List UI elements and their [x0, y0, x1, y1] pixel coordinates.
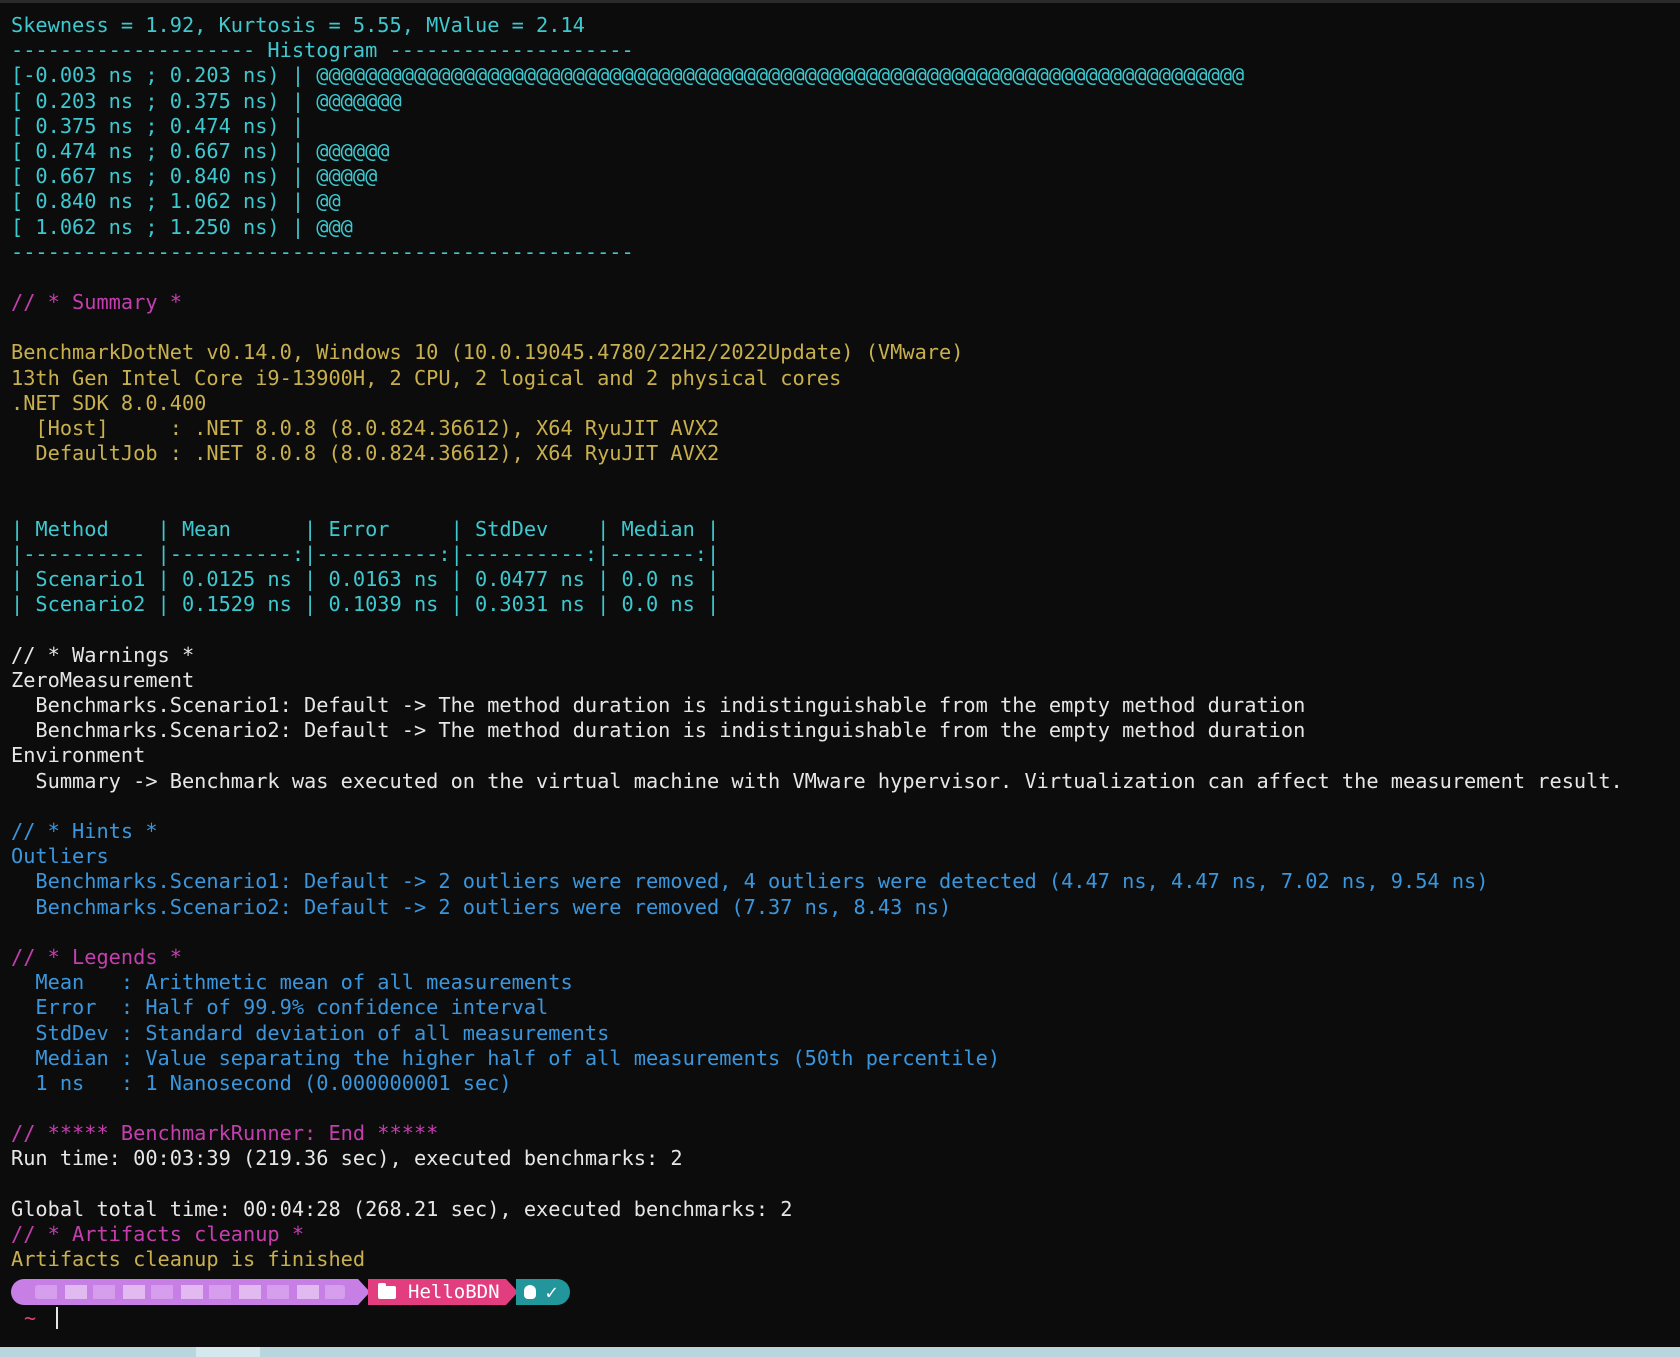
terminal-line: Artifacts cleanup is finished: [11, 1247, 366, 1272]
terminal-line: [ 1.062 ns ; 1.250 ns) | @@@: [11, 214, 353, 239]
terminal-line: .NET SDK 8.0.400: [11, 390, 207, 415]
folder-icon: [378, 1282, 396, 1299]
terminal-line: StdDev : Standard deviation of all measu…: [11, 1020, 610, 1045]
terminal-line: Benchmarks.Scenario1: Default -> The met…: [11, 693, 1306, 718]
terminal-line: Outliers: [11, 844, 109, 869]
prompt-directory-label: HelloBDN: [408, 1281, 500, 1303]
terminal-line: // * Hints *: [11, 819, 158, 843]
terminal-line: // ***** BenchmarkRunner: End *****: [11, 1121, 439, 1146]
terminal-line: Benchmarks.Scenario1: Default -> 2 outli…: [11, 869, 1489, 894]
shell-prompt: HelloBDN ✓: [11, 1279, 570, 1305]
terminal-line: ----------------------------------------…: [11, 239, 634, 264]
terminal-line: [-0.003 ns ; 0.203 ns) | @@@@@@@@@@@@@@@…: [11, 63, 1245, 88]
horizontal-scrollbar[interactable]: [0, 1347, 1680, 1357]
terminal-line: Global total time: 00:04:28 (268.21 sec)…: [11, 1196, 793, 1221]
terminal-line: 1 ns : 1 Nanosecond (0.000000001 sec): [11, 1070, 512, 1095]
terminal-line: Mean : Arithmetic mean of all measuremen…: [11, 970, 573, 995]
window-top-edge: [0, 0, 1680, 3]
terminal-line: DefaultJob : .NET 8.0.8 (8.0.824.36612),…: [11, 441, 720, 466]
terminal-line: Error : Half of 99.9% confidence interva…: [11, 995, 549, 1020]
scrollbar-thumb[interactable]: [196, 1347, 260, 1357]
terminal-line: [Host] : .NET 8.0.8 (8.0.824.36612), X64…: [11, 416, 720, 440]
terminal-line: Median : Value separating the higher hal…: [11, 1045, 1001, 1070]
terminal-line: BenchmarkDotNet v0.14.0, Windows 10 (10.…: [11, 340, 964, 365]
terminal-line: [ 0.840 ns ; 1.062 ns) | @@: [11, 189, 341, 214]
redacted-username: [35, 1285, 345, 1299]
terminal-line: // * Legends *: [11, 944, 182, 969]
terminal-line: [ 0.203 ns ; 0.375 ns) | @@@@@@@: [11, 88, 402, 113]
terminal-line: Benchmarks.Scenario2: Default -> The met…: [11, 718, 1306, 743]
terminal-output: Skewness = 1.92, Kurtosis = 5.55, MValue…: [11, 13, 1680, 1272]
terminal-line: [ 0.667 ns ; 0.840 ns) | @@@@@: [11, 164, 378, 189]
command-line[interactable]: ~: [24, 1305, 59, 1331]
terminal-line: // * Warnings *: [11, 642, 195, 667]
prompt-user-segment: [11, 1279, 358, 1305]
terminal-line: 13th Gen Intel Core i9-13900H, 2 CPU, 2 …: [11, 365, 842, 390]
terminal-line: | Method | Mean | Error | StdDev | Media…: [11, 516, 720, 541]
prompt-status-segment: ✓: [515, 1279, 570, 1305]
terminal-line: Skewness = 1.92, Kurtosis = 5.55, MValue…: [11, 13, 585, 37]
check-icon: ✓: [545, 1280, 558, 1304]
hand-icon: [523, 1285, 536, 1299]
terminal-line: Environment: [11, 743, 146, 768]
terminal-line: | Scenario2 | 0.1529 ns | 0.1039 ns | 0.…: [11, 592, 720, 617]
terminal-line: [ 0.474 ns ; 0.667 ns) | @@@@@@: [11, 138, 390, 163]
terminal-line: [ 0.375 ns ; 0.474 ns) |: [11, 113, 305, 138]
prompt-tilde: ~: [24, 1306, 37, 1330]
terminal-line: Benchmarks.Scenario2: Default -> 2 outli…: [11, 894, 952, 919]
terminal-line: | Scenario1 | 0.0125 ns | 0.0163 ns | 0.…: [11, 567, 720, 592]
terminal-line: ZeroMeasurement: [11, 667, 195, 692]
terminal-line: Summary -> Benchmark was executed on the…: [11, 768, 1623, 793]
prompt-directory-segment: HelloBDN: [368, 1279, 506, 1305]
terminal-line: // * Artifacts cleanup *: [11, 1222, 305, 1246]
terminal-line: Run time: 00:03:39 (219.36 sec), execute…: [11, 1146, 683, 1171]
text-cursor: [56, 1307, 59, 1329]
terminal-line: // * Summary *: [11, 290, 182, 315]
terminal-line: |---------- |----------:|----------:|---…: [11, 541, 720, 566]
terminal-line: -------------------- Histogram ---------…: [11, 38, 634, 63]
